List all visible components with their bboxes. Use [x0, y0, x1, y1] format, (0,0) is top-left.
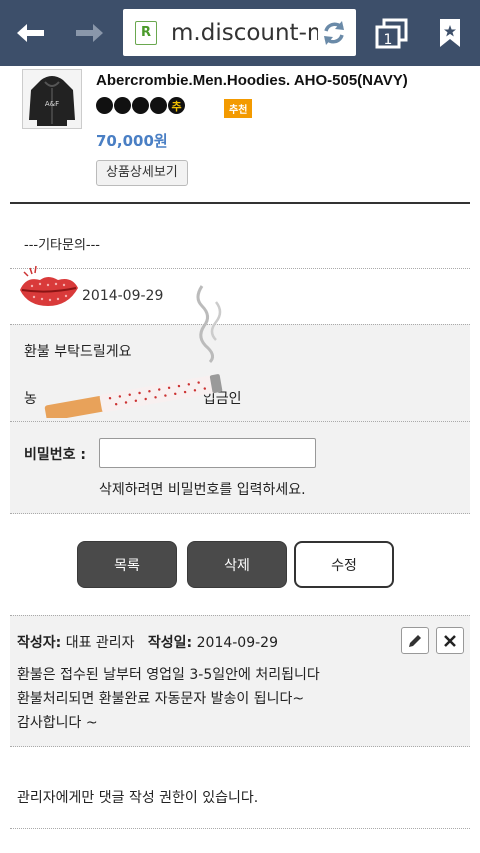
comment-line: 감사합니다 ~ — [17, 715, 98, 731]
divider — [10, 268, 470, 269]
post-body-fragment: 농 — [24, 391, 37, 407]
rating-dot — [96, 97, 113, 114]
list-button[interactable]: 목록 — [77, 541, 177, 588]
password-label: 비밀번호 : — [24, 447, 86, 463]
arrow-right-icon — [76, 24, 103, 42]
rating-dot-last: 추 — [168, 97, 185, 114]
product-detail-button[interactable]: 상품상세보기 — [96, 160, 188, 186]
back-button[interactable] — [0, 0, 60, 66]
password-hint: 삭제하려면 비밀번호를 입력하세요. — [99, 482, 306, 498]
site-favicon: R — [135, 20, 157, 45]
close-icon — [444, 634, 456, 647]
product-price: 70,000원 — [96, 132, 168, 150]
post-body-line: 환불 부탁드릴게요 — [24, 344, 132, 360]
edit-button[interactable]: 수정 — [294, 541, 394, 588]
password-input[interactable] — [99, 438, 316, 468]
hoodie-image: A&F — [29, 76, 75, 126]
comment-line: 환불은 접수된 날부터 영업일 3-5일안에 처리됩니다 — [17, 667, 320, 683]
recommend-badge: 추천 — [224, 99, 253, 118]
reload-button[interactable] — [318, 17, 350, 49]
rating-dot — [150, 97, 167, 114]
comment-permission-notice: 관리자에게만 댓글 작성 권한이 있습니다. — [17, 790, 259, 806]
comment-date: 2014-09-29 — [196, 635, 278, 651]
comment-author-label: 작성자: — [17, 635, 62, 651]
product-thumbnail[interactable]: A&F — [22, 69, 82, 129]
divider — [10, 324, 470, 325]
delete-button[interactable]: 삭제 — [187, 541, 287, 588]
section-divider — [10, 202, 470, 204]
bookmark-icon — [440, 19, 460, 47]
comment-delete-button[interactable] — [436, 627, 464, 654]
rating-dot — [114, 97, 131, 114]
forward-button[interactable] — [60, 0, 120, 66]
comment-date-label: 작성일: — [147, 635, 193, 651]
divider — [10, 513, 470, 514]
lips-sticker — [20, 265, 78, 306]
post-body-line: 농 입금인 — [24, 388, 242, 408]
pencil-icon — [409, 634, 421, 647]
divider — [10, 828, 470, 829]
rating-stars: 추 — [96, 97, 185, 114]
url-text: m.discount-m — [171, 19, 330, 46]
reload-icon — [324, 21, 344, 45]
comment-line: 환불처리되면 환불완료 자동문자 발송이 됩니다~ — [17, 691, 305, 707]
divider — [10, 421, 470, 422]
product-name[interactable]: Abercrombie.Men.Hoodies. AHO-505(NAVY) — [96, 72, 408, 89]
post-category: ---기타문의--- — [24, 238, 100, 253]
arrow-left-icon — [17, 24, 44, 42]
tabs-icon: 1 — [375, 18, 408, 49]
comment-meta: 작성자: 대표 관리자 작성일: 2014-09-29 — [17, 632, 278, 652]
browser-toolbar: R m.discount-m 1 — [0, 0, 480, 66]
post-body-fragment: 입금인 — [202, 391, 242, 407]
post-date: 2014-09-29 — [82, 288, 164, 304]
rating-dot — [132, 97, 149, 114]
comment-edit-button[interactable] — [401, 627, 429, 654]
svg-text:A&F: A&F — [45, 100, 59, 108]
url-bar[interactable]: R m.discount-m — [123, 9, 356, 56]
comment-author: 대표 관리자 — [65, 635, 135, 651]
svg-text:1: 1 — [384, 32, 393, 48]
bookmark-button[interactable] — [420, 0, 480, 66]
tabs-button[interactable]: 1 — [362, 0, 422, 66]
